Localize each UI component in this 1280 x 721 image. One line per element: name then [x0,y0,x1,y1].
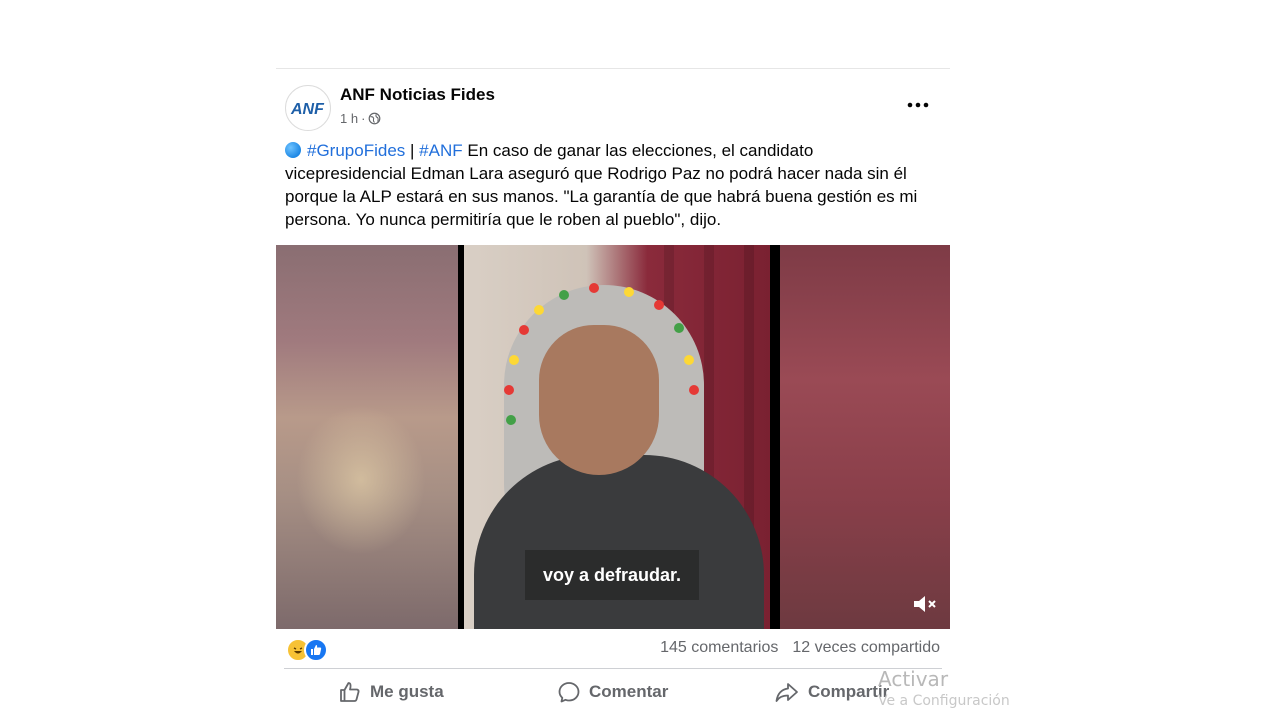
post-meta: 1 h · [340,111,381,126]
post-actions-bar: Me gusta Comentar Compartir [276,672,950,712]
engagement-counts: 145 comentarios 12 veces compartido [660,639,940,657]
activate-windows-subtext: Ve a Configuración [878,693,1010,709]
video-blur-left [276,245,458,629]
anf-logo: ANF [290,101,325,118]
mute-icon [914,596,936,612]
text-pipe: | [410,141,415,160]
hashtag-grupofides[interactable]: #GrupoFides [307,141,405,160]
like-label: Me gusta [370,682,444,701]
comments-count[interactable]: 145 comentarios [660,639,778,657]
post-text: #GrupoFides | #ANF En caso de ganar las … [285,139,925,231]
hashtag-anf[interactable]: #ANF [419,141,462,160]
like-reaction-icon [304,638,328,662]
reaction-summary[interactable] [286,638,328,662]
activate-windows-watermark: Activar [878,667,949,691]
comment-label: Comentar [589,682,669,701]
globe-icon[interactable] [368,112,381,125]
mute-button[interactable] [912,593,938,615]
person-jacket [474,455,764,629]
video-caption: voy a defraudar. [525,550,699,600]
video-player[interactable]: voy a defraudar. [276,245,950,629]
svg-text:ANF: ANF [290,101,325,118]
thumbs-up-icon [340,682,360,702]
person-face [539,325,659,475]
share-button[interactable]: Compartir [774,672,889,712]
more-options-button[interactable] [906,93,930,117]
meta-separator: · [361,111,366,126]
ellipsis-icon [907,102,929,108]
comment-button[interactable]: Comentar [557,672,668,712]
post-card: ANF ANF Noticias Fides 1 h · #GrupoFides… [276,68,950,721]
actions-divider [284,668,942,669]
shares-count[interactable]: 12 veces compartido [792,639,940,657]
like-button[interactable]: Me gusta [338,672,444,712]
share-icon [775,683,798,702]
comment-icon [558,682,580,703]
blue-circle-emoji [285,142,301,158]
post-time[interactable]: 1 h [340,111,358,126]
video-blur-right [780,245,950,629]
page-avatar[interactable]: ANF [285,85,331,131]
page-name-link[interactable]: ANF Noticias Fides [340,85,495,105]
